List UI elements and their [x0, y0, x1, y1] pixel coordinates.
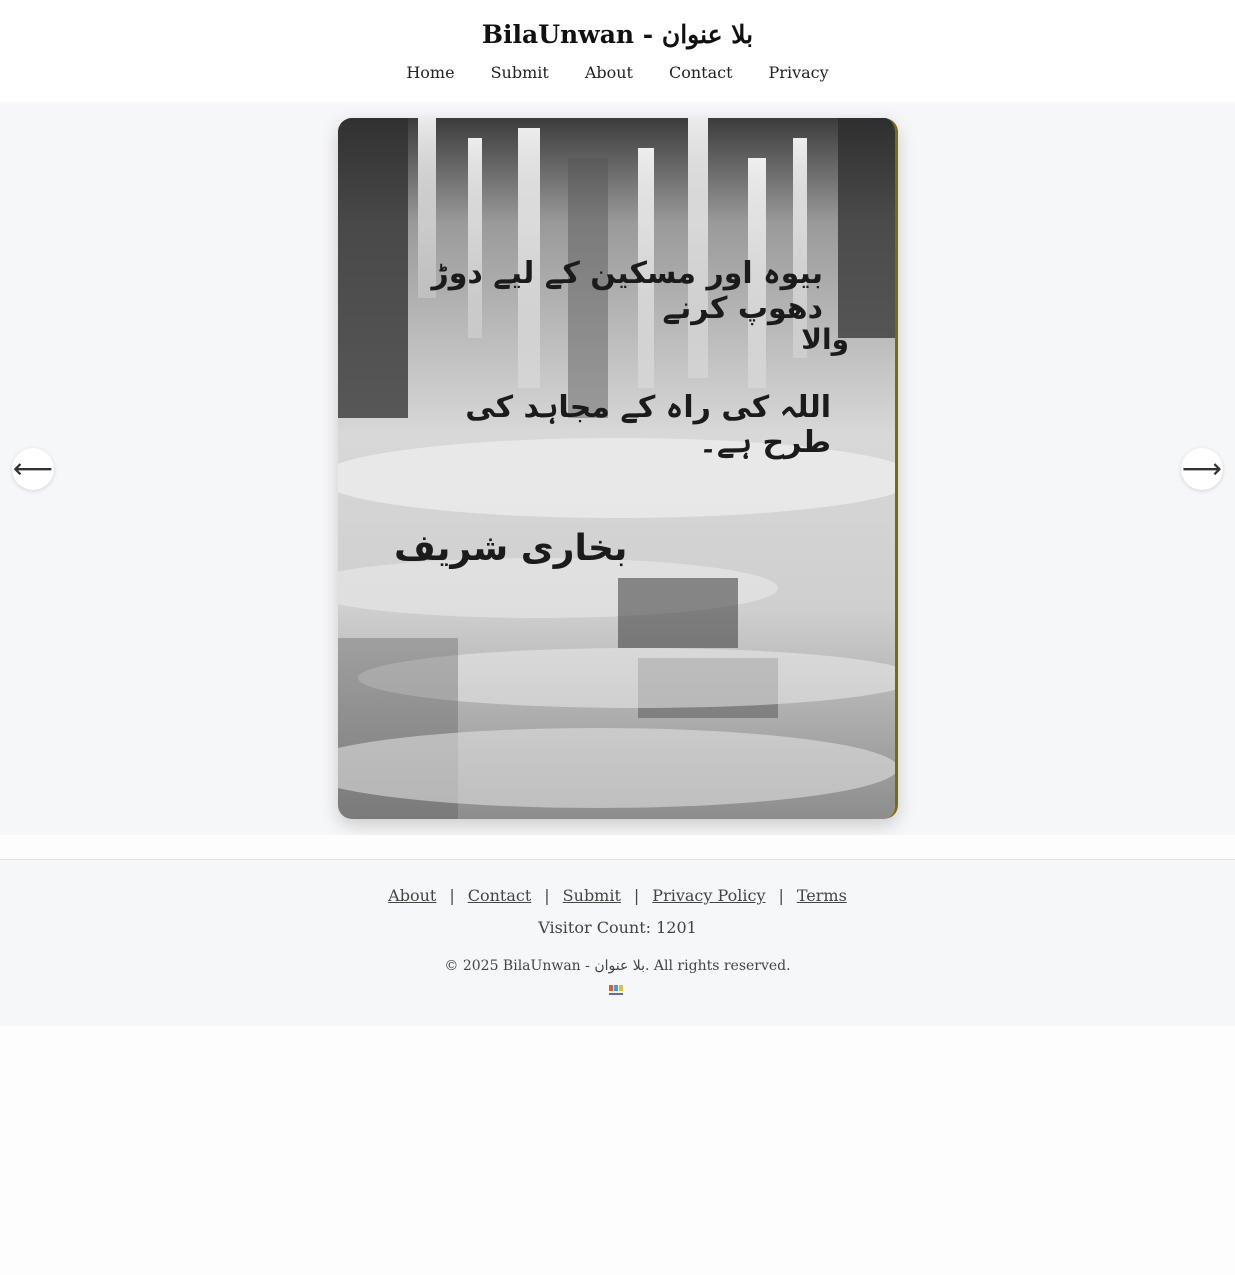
visitor-count: Visitor Count: 1201 [538, 918, 697, 937]
quote-line-1: بیوہ اور مسکین کے لیے دوڑ دھوپ کرنے [431, 256, 823, 326]
nav-submit[interactable]: Submit [491, 63, 549, 82]
quote-slide-image: بیوہ اور مسکین کے لیے دوڑ دھوپ کرنے والا… [338, 118, 898, 819]
site-logo-icon [609, 985, 623, 995]
footer-separator: | [544, 886, 550, 905]
site-footer: About | Contact | Submit | Privacy Policy | Term… [0, 859, 1235, 1026]
slideshow: بیوہ اور مسکین کے لیے دوڑ دھوپ کرنے والا… [0, 102, 1235, 835]
footer-link-contact[interactable]: Contact [468, 886, 532, 905]
footer-links: About | Contact | Submit | Privacy Policy | Term… [0, 886, 1235, 905]
nav-privacy[interactable]: Privacy [769, 63, 829, 82]
site-header: BilaUnwan - بلا عنوان Home Submit About … [0, 0, 1235, 102]
prev-slide-button[interactable]: ⟵ [12, 448, 54, 490]
nav-about[interactable]: About [585, 63, 633, 82]
nav-home[interactable]: Home [406, 63, 454, 82]
quote-source: بخاری شریف [394, 528, 628, 569]
copyright-text: © 2025 BilaUnwan - بلا عنوان. All rights… [444, 958, 791, 974]
next-slide-button[interactable]: ⟶ [1181, 448, 1223, 490]
footer-link-submit[interactable]: Submit [563, 886, 621, 905]
main-nav: Home Submit About Contact Privacy [0, 63, 1235, 82]
footer-link-terms[interactable]: Terms [797, 886, 847, 905]
waterfall-background [338, 118, 895, 819]
section-gap [0, 835, 1235, 859]
arrow-right-icon: ⟶ [1181, 452, 1223, 485]
footer-separator: | [449, 886, 455, 905]
quote-line-2: والا [801, 323, 849, 356]
footer-separator: | [778, 886, 784, 905]
footer-separator: | [633, 886, 640, 905]
quote-line-3: اللہ کی راہ کے مجاہد کی طرح ہے۔ [465, 390, 831, 460]
nav-contact[interactable]: Contact [669, 63, 733, 82]
footer-link-about[interactable]: About [388, 886, 436, 905]
footer-link-privacy-policy[interactable]: Privacy Policy [652, 886, 765, 905]
arrow-left-icon: ⟵ [12, 452, 54, 485]
site-title[interactable]: BilaUnwan - بلا عنوان [0, 20, 1235, 49]
